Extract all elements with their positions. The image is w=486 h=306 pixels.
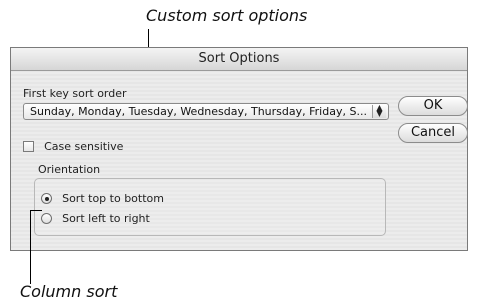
dialog-title: Sort Options bbox=[11, 48, 467, 71]
orientation-label: Orientation bbox=[38, 163, 101, 176]
case-sensitive-row[interactable]: Case sensitive bbox=[23, 136, 123, 155]
radio-sort-top-to-bottom-row[interactable]: Sort top to bottom bbox=[41, 188, 164, 207]
radio-sort-left-to-right[interactable] bbox=[41, 213, 52, 224]
radio-sort-top-to-bottom[interactable] bbox=[41, 193, 52, 204]
annotation-column-sort: Column sort bbox=[20, 282, 118, 301]
case-sensitive-checkbox[interactable] bbox=[23, 141, 34, 152]
leader-line-column-sort-horizontal bbox=[30, 210, 42, 211]
popup-up-down-arrows-icon: ▲ ▼ bbox=[372, 104, 386, 118]
ok-button[interactable]: OK bbox=[398, 96, 468, 116]
orientation-group-box bbox=[34, 178, 386, 236]
first-key-sort-order-label: First key sort order bbox=[23, 87, 127, 100]
cancel-button[interactable]: Cancel bbox=[398, 123, 468, 143]
radio-sort-left-to-right-label: Sort left to right bbox=[62, 212, 150, 225]
radio-sort-top-to-bottom-label: Sort top to bottom bbox=[62, 192, 164, 205]
radio-sort-left-to-right-row[interactable]: Sort left to right bbox=[41, 208, 150, 227]
case-sensitive-label: Case sensitive bbox=[44, 140, 124, 153]
first-key-sort-order-popup[interactable]: Sunday, Monday, Tuesday, Wednesday, Thur… bbox=[23, 103, 389, 120]
annotation-custom-sort-options: Custom sort options bbox=[146, 6, 308, 25]
leader-line-column-sort bbox=[30, 210, 31, 284]
first-key-sort-order-value: Sunday, Monday, Tuesday, Wednesday, Thur… bbox=[30, 105, 367, 118]
sort-options-dialog: Sort Options First key sort order Sunday… bbox=[10, 47, 468, 251]
